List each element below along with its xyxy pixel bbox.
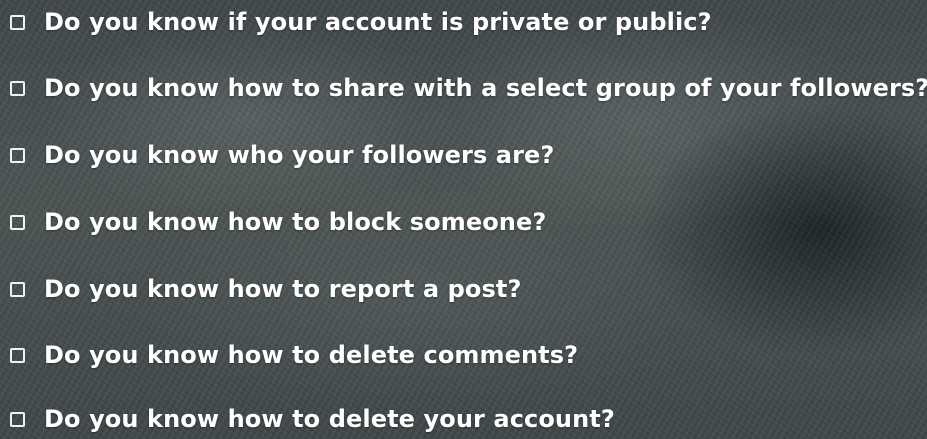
checklist-item-label: Do you know how to share with a select g… (44, 74, 927, 102)
checklist-item-delete-account[interactable]: Do you know how to delete your account? (10, 399, 615, 439)
checklist-item-followers[interactable]: Do you know who your followers are? (10, 135, 554, 175)
checklist-item-report-post[interactable]: Do you know how to report a post? (10, 269, 521, 309)
checkbox-icon[interactable] (10, 214, 25, 230)
checkbox-icon[interactable] (10, 347, 25, 363)
checkbox-icon[interactable] (10, 281, 25, 297)
checkbox-icon[interactable] (10, 411, 25, 427)
checklist-item-label: Do you know how to report a post? (44, 275, 522, 303)
checklist-item-block-someone[interactable]: Do you know how to block someone? (10, 202, 546, 242)
privacy-checklist: Do you know if your account is private o… (0, 0, 927, 439)
checklist-item-account-privacy[interactable]: Do you know if your account is private o… (10, 2, 712, 42)
checkbox-icon[interactable] (10, 80, 25, 96)
checklist-item-label: Do you know who your followers are? (44, 141, 555, 169)
checklist-item-share-select-group[interactable]: Do you know how to share with a select g… (10, 68, 927, 108)
checklist-item-label: Do you know if your account is private o… (44, 8, 712, 36)
checklist-item-label: Do you know how to delete your account? (44, 405, 615, 433)
checkbox-icon[interactable] (10, 14, 25, 30)
checklist-item-label: Do you know how to block someone? (44, 208, 547, 236)
checklist-item-label: Do you know how to delete comments? (44, 341, 579, 369)
checklist-item-delete-comments[interactable]: Do you know how to delete comments? (10, 335, 578, 375)
checkbox-icon[interactable] (10, 147, 25, 163)
